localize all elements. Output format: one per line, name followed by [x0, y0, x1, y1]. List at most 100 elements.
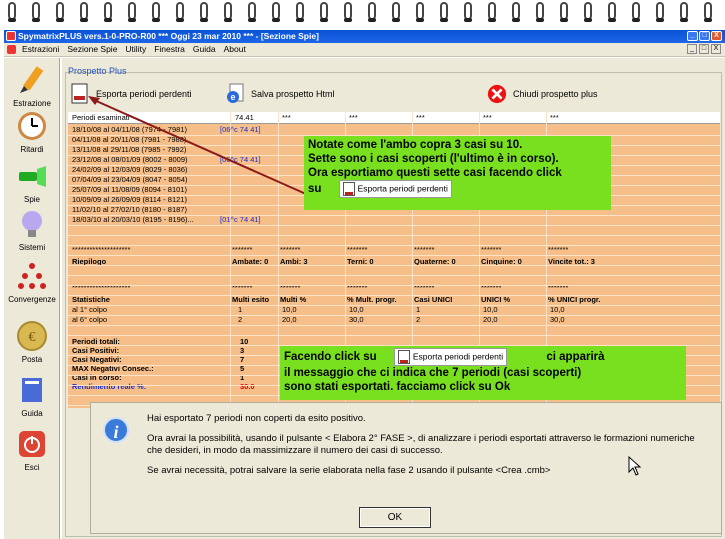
stats-cell: 2 [416, 315, 421, 324]
stats-header: Statistiche [72, 295, 110, 304]
stats-cell: 30,0 [349, 315, 364, 324]
grid-row-line [68, 265, 720, 266]
sidebar: Estrazione Ritardi Spie Sistemi Converge… [4, 58, 60, 539]
bulb-icon [22, 211, 42, 237]
window-title: SpymatrixPLUS vers.1-0-PRO-R00 *** Oggi … [18, 31, 319, 41]
mdi-close-button[interactable]: X [711, 44, 721, 54]
period-range: 18/03/10 al 20/03/10 (8195 - 8196)... [72, 215, 194, 224]
sidebar-item-estrazione[interactable]: Estrazione [4, 64, 60, 108]
stats-cell: 10,0 [550, 305, 565, 314]
stats-cell: 20,0 [282, 315, 297, 324]
binding-ring [320, 2, 328, 22]
close-label: Chiudi prospetto plus [513, 89, 598, 99]
sidebar-item-label: Guida [21, 409, 43, 418]
note1-line: su [308, 183, 322, 196]
document-icon [7, 45, 16, 54]
binding-ring [416, 2, 424, 22]
total-label: Casi Negativi: [72, 355, 122, 364]
grid-row-line [68, 315, 720, 316]
menu-sezione-spie[interactable]: Sezione Spie [67, 44, 117, 54]
total-label: Rendimento reale %: [72, 382, 147, 391]
stats-cell: al 6° colpo [72, 315, 108, 324]
note2-chip-label: Esporta periodi perdenti [412, 351, 504, 362]
stats-cell: 10,0 [282, 305, 297, 314]
binding-ring [680, 2, 688, 22]
app-icon [6, 31, 16, 41]
stats-cell: 20,0 [483, 315, 498, 324]
binding-ring [248, 2, 256, 22]
menu-utility[interactable]: Utility [125, 44, 146, 54]
sidebar-item-esci[interactable]: Esci [4, 428, 60, 472]
close-button[interactable]: X [711, 31, 722, 41]
menu-guida[interactable]: Guida [193, 44, 216, 54]
separator-stars: ******************** [72, 245, 131, 254]
grid-row-line [68, 275, 720, 276]
binding-ring [632, 2, 640, 22]
grid-row-line [68, 335, 720, 336]
binding-ring [104, 2, 112, 22]
period-hit: [01^c 74 41] [220, 215, 261, 224]
total-label: Casi Positivi: [72, 346, 120, 355]
menu-about[interactable]: About [224, 44, 246, 54]
sidebar-item-posta[interactable]: € Posta [4, 320, 60, 364]
note2-prefix: Facendo click su [284, 351, 377, 364]
info-icon: i [103, 417, 129, 443]
sidebar-item-label: Convergenze [8, 295, 56, 304]
sidebar-item-label: Esci [24, 463, 40, 472]
binding-ring [392, 2, 400, 22]
binding-ring [296, 2, 304, 22]
binding-ring [272, 2, 280, 22]
note2-line: sono stati esportati. facciamo click su … [284, 381, 511, 393]
separator-stars: ******* [481, 245, 502, 254]
sidebar-item-spie[interactable]: Spie [4, 160, 60, 204]
binding-ring [488, 2, 496, 22]
maximize-button[interactable]: □ [699, 31, 710, 41]
menu-finestra[interactable]: Finestra [154, 44, 185, 54]
minimize-button[interactable]: _ [687, 31, 698, 41]
mdi-minimize-button[interactable]: _ [687, 44, 697, 54]
close-prospetto-button[interactable]: Chiudi prospetto plus [487, 82, 598, 106]
note2-suffix: ci apparirà [546, 351, 605, 364]
mouse-cursor-icon [628, 456, 642, 476]
sidebar-item-label: Sistemi [18, 243, 46, 252]
sidebar-item-label: Posta [21, 355, 43, 364]
grid-row-line [68, 255, 720, 256]
grid-row-line [68, 245, 720, 246]
note2-export-chip: Esporta periodi perdenti [393, 348, 508, 366]
atoms-icon [18, 263, 46, 289]
binding-ring [344, 2, 352, 22]
note1-export-chip: Esporta periodi perdenti [338, 180, 452, 198]
binding-ring [8, 2, 16, 22]
stats-cell: al 1° colpo [72, 305, 108, 314]
stats-header: % UNICI progr. [548, 295, 601, 304]
note1-line: Sette sono i casi scoperti (l'ultimo è i… [308, 153, 559, 165]
mdi-restore-button[interactable]: □ [699, 44, 709, 54]
binding-ring [176, 2, 184, 22]
coin-icon: € [17, 321, 47, 351]
total-value: 30.0 [240, 382, 255, 391]
sidebar-item-sistemi[interactable]: Sistemi [4, 208, 60, 252]
dialog-message: Hai esportato 7 periodi non coperti da e… [147, 413, 366, 424]
menu-estrazioni[interactable]: Estrazioni [22, 44, 59, 54]
total-value: 7 [240, 355, 245, 364]
stats-header: Multi % [280, 295, 307, 304]
binding-ring [560, 2, 568, 22]
dialog-message: Ora avrai la possibilità, usando il puls… [147, 433, 695, 456]
binding-ring [128, 2, 136, 22]
period-range: 11/02/10 al 27/02/10 (8180 - 8187) [72, 205, 187, 214]
separator-stars: ******* [347, 245, 368, 254]
grid-row-line [68, 215, 720, 216]
note1-line: Ora esportiamo questi sette casi facendo… [308, 167, 562, 179]
separator-stars: ******* [280, 245, 301, 254]
separator-stars: ******* [232, 245, 253, 254]
note2-line: il messaggio che ci indica che 7 periodi… [284, 367, 582, 379]
note1-line: Notate come l'ambo copra 3 casi su 10. [308, 139, 523, 151]
pencil-icon [20, 66, 44, 93]
spiral-binding [0, 0, 725, 28]
ok-button[interactable]: OK [359, 507, 431, 528]
binding-ring [464, 2, 472, 22]
stats-header: Multi esito [232, 295, 270, 304]
sidebar-item-guida[interactable]: Guida [4, 374, 60, 418]
sidebar-item-convergenze[interactable]: Convergenze [4, 260, 60, 304]
sidebar-item-ritardi[interactable]: Ritardi [4, 110, 60, 154]
